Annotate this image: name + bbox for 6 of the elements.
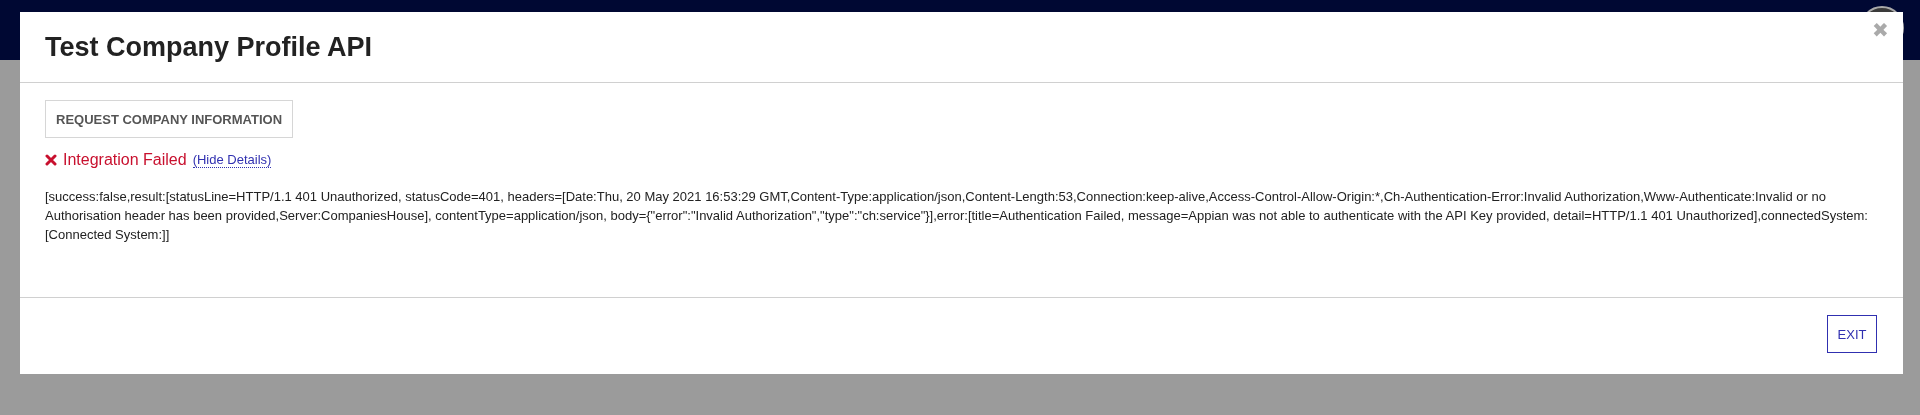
dialog-title: Test Company Profile API <box>45 31 373 63</box>
hide-details-link[interactable]: (Hide Details) <box>192 152 272 168</box>
status-label: Integration Failed <box>63 151 187 169</box>
request-button[interactable]: REQUEST COMPANY INFORMATION <box>45 100 294 138</box>
exit-button[interactable]: EXIT <box>1827 315 1877 353</box>
details-text: [success:false,result:[statusLine=HTTP/1.1 401 Unauthorized, statusCode=401, headers=[Date:Thu, 20 May 2021 16:53:29 GMT,Content-Type:application/json,Content-Length:53,Connection:keep-alive,Access-Control-Allow-Origin:*,Ch-Authentication-Error:Invalid Authorization,Www-Authenticate:Invalid or no Authorisation header has been provided,Server:CompaniesHouse], contentType=application/json, body={"error":"Invalid Authorization","type":"ch:service"}],error:[title=Authentication Failed, message=Appian was not able to authenticate with the API Key provided, detail=HTTP/1.1 401 Unauthorized],connectedSystem:[Connected System:]] <box>45 188 1869 244</box>
